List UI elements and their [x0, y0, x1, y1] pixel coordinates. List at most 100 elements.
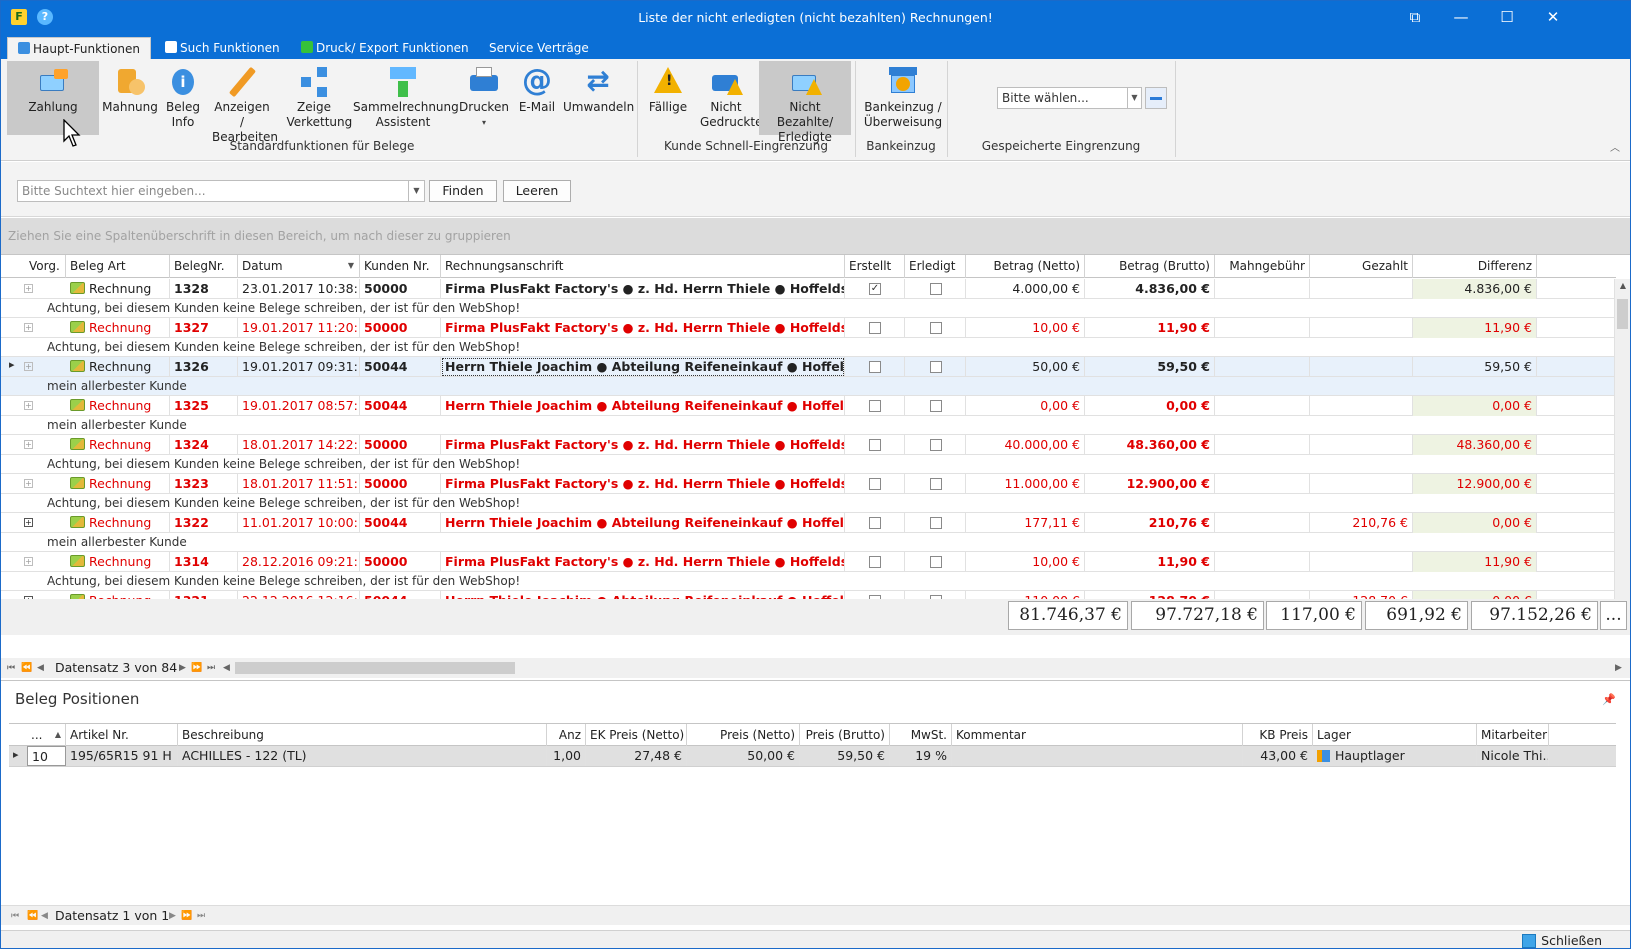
- table-row[interactable]: + Rechnung 1325 19.01.2017 08:57:... 50044 He…: [1, 396, 1616, 416]
- erstellt-checkbox[interactable]: [869, 322, 881, 334]
- mahnung-button[interactable]: Mahnung: [101, 61, 159, 135]
- vertical-scrollbar[interactable]: ▲ ▼: [1614, 279, 1630, 614]
- find-button[interactable]: Finden: [429, 180, 497, 202]
- scroll-left-icon[interactable]: ◀: [223, 658, 230, 678]
- table-row[interactable]: + Rechnung 1327 19.01.2017 11:20:... 50000 Fi…: [1, 318, 1616, 338]
- nicht-bezahlte-button[interactable]: Nicht Bezahlte/ Erledigte: [759, 61, 851, 144]
- column-header-erstellt[interactable]: Erstellt: [845, 255, 905, 278]
- expand-row-icon[interactable]: +: [24, 557, 33, 566]
- chevron-down-icon[interactable]: ▼: [1127, 88, 1141, 108]
- next-record-icon[interactable]: ▶: [169, 906, 176, 926]
- column-header-kb[interactable]: KB Preis: [1243, 724, 1313, 747]
- erledigt-checkbox[interactable]: [929, 478, 942, 490]
- tab-haupt-funktionen[interactable]: Haupt-Funktionen: [7, 37, 152, 59]
- expand-row-icon[interactable]: +: [24, 518, 33, 527]
- erstellt-checkbox[interactable]: [869, 517, 881, 529]
- pin-icon[interactable]: 📌: [1602, 693, 1616, 706]
- restore-ribbon-button[interactable]: ⧉: [1392, 1, 1438, 33]
- zahlung-button[interactable]: Zahlung: [7, 61, 99, 135]
- positions-row[interactable]: ▸ 10 195/65R15 91 H ACHILLES - 122 (TL) 1,00…: [9, 746, 1616, 767]
- column-header-pos[interactable]: ... ▲: [27, 724, 66, 747]
- minimize-button[interactable]: —: [1438, 1, 1484, 33]
- column-header-mahn[interactable]: Mahngebühr: [1215, 255, 1310, 278]
- column-header-brutto[interactable]: Betrag (Brutto): [1085, 255, 1215, 278]
- column-header-beschreibung[interactable]: Beschreibung: [178, 724, 547, 747]
- erstellt-checkbox[interactable]: [869, 400, 881, 412]
- column-header-art[interactable]: Beleg Art: [66, 255, 170, 278]
- erledigt-checkbox[interactable]: [929, 361, 942, 373]
- anzeigen-bearbeiten-button[interactable]: Anzeigen / Bearbeiten: [207, 61, 278, 144]
- collapse-ribbon-icon[interactable]: ︿: [1610, 139, 1620, 154]
- remove-filter-button[interactable]: [1145, 87, 1167, 109]
- beleg-info-button[interactable]: i Beleg Info: [163, 61, 203, 135]
- erledigt-checkbox[interactable]: [929, 556, 942, 568]
- next-record-icon[interactable]: ▶: [179, 658, 186, 678]
- scroll-thumb[interactable]: [1617, 299, 1628, 329]
- close-button[interactable]: Schließen: [1522, 932, 1602, 948]
- nicht-gedruckte-button[interactable]: Nicht Gedruckte: [695, 61, 762, 135]
- erstellt-checkbox[interactable]: [869, 478, 881, 490]
- close-window-button[interactable]: ✕: [1530, 1, 1576, 33]
- prev-page-icon[interactable]: ⏪: [21, 658, 32, 678]
- first-record-icon[interactable]: ⏮: [7, 658, 15, 678]
- sort-asc-icon[interactable]: ▲: [55, 724, 61, 746]
- expand-row-icon[interactable]: +: [24, 323, 33, 332]
- erstellt-checkbox[interactable]: ✓: [869, 283, 881, 295]
- column-header-ek[interactable]: EK Preis (Netto): [586, 724, 687, 747]
- first-record-icon[interactable]: ⏮: [11, 906, 19, 926]
- column-header-artikel[interactable]: Artikel Nr.: [66, 724, 178, 747]
- maximize-button[interactable]: ☐: [1484, 1, 1530, 33]
- expand-row-icon[interactable]: +: [24, 362, 33, 371]
- column-header-gezahlt[interactable]: Gezahlt: [1310, 255, 1413, 278]
- column-header-nr[interactable]: BelegNr.: [170, 255, 238, 278]
- column-header-lager[interactable]: Lager: [1313, 724, 1477, 747]
- column-header-diff[interactable]: Differenz: [1413, 255, 1537, 278]
- next-page-icon[interactable]: ⏩: [191, 658, 202, 678]
- group-by-area[interactable]: Ziehen Sie eine Spaltenüberschrift in di…: [1, 218, 1630, 254]
- prev-record-icon[interactable]: ◀: [41, 906, 48, 926]
- last-record-icon[interactable]: ⏭: [207, 658, 215, 678]
- column-header-datum[interactable]: Datum ▼: [238, 255, 360, 278]
- zeige-verkettung-button[interactable]: Zeige Verkettung: [279, 61, 352, 135]
- last-record-icon[interactable]: ⏭: [197, 906, 205, 926]
- tab-service-vertraege[interactable]: Service Verträge: [479, 37, 599, 59]
- horizontal-scrollbar[interactable]: [235, 662, 515, 674]
- erstellt-checkbox[interactable]: [869, 439, 881, 451]
- table-row[interactable]: + Rechnung 1323 18.01.2017 11:51:... 50000 Fi…: [1, 474, 1616, 494]
- erledigt-checkbox[interactable]: [929, 439, 942, 451]
- table-row[interactable]: + Rechnung 1314 28.12.2016 09:21:... 50000 Fi…: [1, 552, 1616, 572]
- expand-row-icon[interactable]: +: [24, 401, 33, 410]
- column-header-mwst[interactable]: MwSt.: [890, 724, 952, 747]
- more-button[interactable]: ...: [1600, 601, 1627, 630]
- expand-row-icon[interactable]: +: [24, 440, 33, 449]
- column-header-anz[interactable]: Anz: [547, 724, 586, 747]
- column-header-kunde[interactable]: Kunden Nr.: [360, 255, 441, 278]
- column-header-netto[interactable]: Preis (Netto): [687, 724, 800, 747]
- clear-button[interactable]: Leeren: [503, 180, 571, 202]
- erstellt-checkbox[interactable]: [869, 556, 881, 568]
- scroll-up-icon[interactable]: ▲: [1615, 281, 1630, 290]
- drucken-button[interactable]: Drucken ▾: [459, 61, 509, 135]
- expand-row-icon[interactable]: +: [24, 284, 33, 293]
- erledigt-checkbox[interactable]: [929, 322, 942, 334]
- tab-such-funktionen[interactable]: Such Funktionen: [155, 37, 290, 59]
- column-header-vorg[interactable]: Vorg.: [25, 255, 66, 278]
- column-header-brutto[interactable]: Preis (Brutto): [800, 724, 890, 747]
- column-header-netto[interactable]: Betrag (Netto): [966, 255, 1085, 278]
- table-row[interactable]: + ▸ Rechnung 1326 19.01.2017 09:31:... 50044 H…: [1, 357, 1616, 377]
- chevron-down-icon[interactable]: ▼: [408, 181, 424, 201]
- scroll-right-icon[interactable]: ▶: [1615, 658, 1622, 678]
- erledigt-checkbox[interactable]: [929, 517, 942, 529]
- faellige-button[interactable]: ! Fällige: [643, 61, 693, 135]
- umwandeln-button[interactable]: ⇄ Umwandeln: [563, 61, 634, 135]
- column-header-kommentar[interactable]: Kommentar: [952, 724, 1243, 747]
- column-header-mitarbeiter[interactable]: Mitarbeiter: [1477, 724, 1549, 747]
- column-header-anschrift[interactable]: Rechnungsanschrift: [441, 255, 845, 278]
- prev-record-icon[interactable]: ◀: [37, 658, 44, 678]
- sort-desc-icon[interactable]: ▼: [348, 255, 354, 277]
- erledigt-checkbox[interactable]: [929, 283, 942, 295]
- erledigt-checkbox[interactable]: [929, 400, 942, 412]
- table-row[interactable]: + Rechnung 1324 18.01.2017 14:22:... 50000 Fi…: [1, 435, 1616, 455]
- sammelrechnung-button[interactable]: Sammelrechnung Assistent: [351, 61, 459, 135]
- expand-row-icon[interactable]: +: [24, 479, 33, 488]
